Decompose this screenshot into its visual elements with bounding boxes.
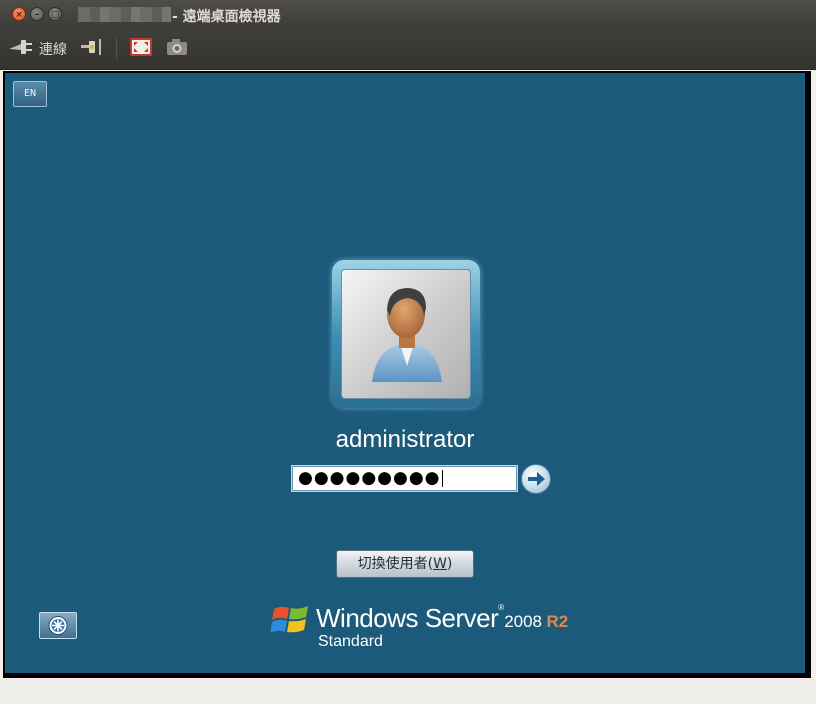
- arrow-right-icon: [528, 472, 545, 486]
- screenshot-button[interactable]: [166, 38, 188, 60]
- close-window-button[interactable]: ×: [12, 7, 26, 21]
- screenshot-camera-icon: [166, 37, 188, 61]
- disconnect-plug-icon: [80, 36, 106, 62]
- window-title: - 遠端桌面檢視器: [172, 9, 281, 25]
- switch-user-accelerator: W: [433, 556, 447, 572]
- redacted-hostname: [78, 7, 171, 22]
- brand-edition: Standard: [318, 633, 383, 650]
- ease-of-access-icon: [48, 616, 68, 635]
- windows-logon-screen[interactable]: EN administrator ●●●●●●●●● 切換使用者(W) Wind…: [5, 73, 805, 673]
- user-avatar: [341, 269, 471, 399]
- switch-user-label-end: ): [446, 556, 453, 572]
- remote-desktop-viewer-window: × – □ - 遠端桌面檢視器 連線 EN administrator ●●●●…: [0, 0, 816, 704]
- connect-button[interactable]: 連線: [8, 38, 67, 60]
- password-field[interactable]: ●●●●●●●●●: [292, 466, 517, 491]
- disconnect-button[interactable]: [80, 38, 106, 60]
- ease-of-access-button[interactable]: [39, 612, 77, 639]
- windows-server-branding: Windows Server®2008 R2 Standard: [271, 599, 568, 659]
- brand-trademark: ®: [498, 603, 505, 612]
- minimize-window-button[interactable]: –: [30, 7, 44, 21]
- brand-release: R2: [546, 612, 569, 631]
- brand-title: Windows Server®2008 R2: [316, 603, 568, 634]
- connect-plug-icon: [8, 36, 34, 62]
- toolbar: 連線: [0, 29, 816, 70]
- username-label: administrator: [335, 426, 475, 453]
- text-caret: [441, 469, 443, 487]
- brand-name: Windows Server: [316, 603, 499, 633]
- user-silhouette-icon: [372, 288, 442, 382]
- title-bar[interactable]: × – □ - 遠端桌面檢視器: [0, 0, 816, 29]
- switch-user-button[interactable]: 切換使用者(W): [336, 550, 474, 578]
- toolbar-separator: [116, 38, 117, 60]
- maximize-window-button[interactable]: □: [48, 7, 62, 21]
- windows-flag-icon: [271, 606, 308, 633]
- fullscreen-icon: [130, 37, 152, 61]
- connect-label: 連線: [39, 42, 67, 58]
- brand-year: 2008: [504, 612, 543, 631]
- switch-user-label: 切換使用者(: [357, 556, 434, 572]
- password-mask: ●●●●●●●●●: [298, 468, 441, 488]
- fullscreen-button[interactable]: [130, 38, 152, 60]
- submit-login-button[interactable]: [521, 464, 551, 494]
- input-language-indicator[interactable]: EN: [13, 81, 47, 107]
- remote-session-viewport[interactable]: EN administrator ●●●●●●●●● 切換使用者(W) Wind…: [3, 71, 811, 678]
- user-tile[interactable]: [332, 260, 480, 408]
